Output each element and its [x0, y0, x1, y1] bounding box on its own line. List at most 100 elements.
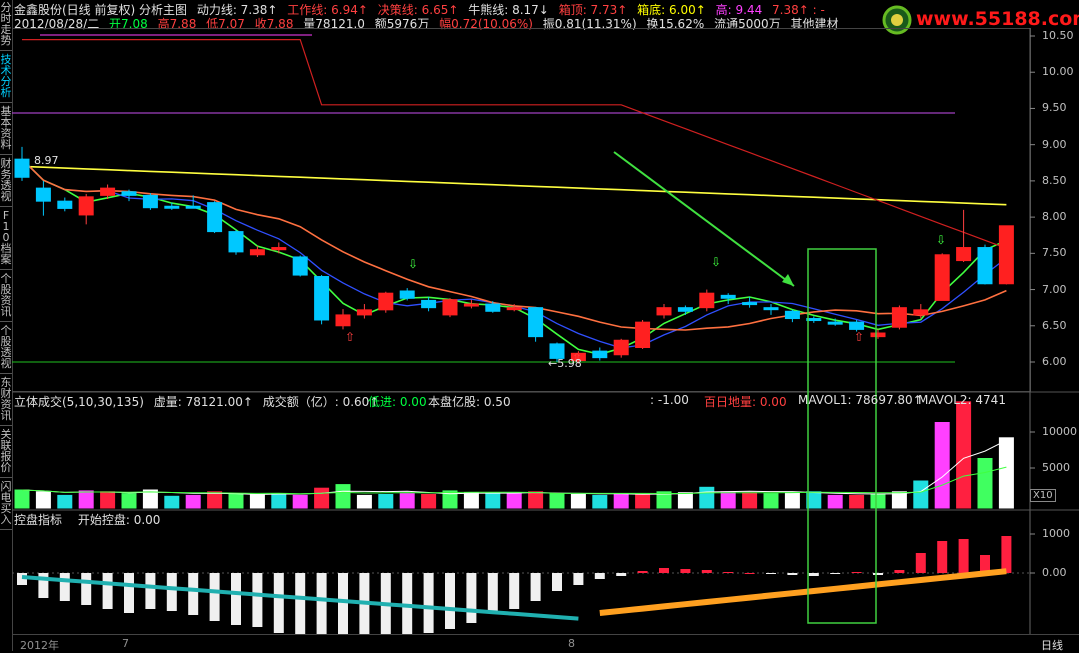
- volume-bar: [528, 491, 544, 509]
- candle-body: [891, 307, 907, 328]
- left-tab-7[interactable]: 东财资讯: [0, 377, 12, 421]
- volume-bar: [314, 487, 330, 509]
- box-top-line: [22, 39, 1007, 249]
- candle-body: [207, 202, 223, 233]
- candle-body: [592, 350, 608, 359]
- control-bar: [402, 573, 413, 634]
- left-tab-0[interactable]: 分时走势: [0, 2, 12, 46]
- control-bar: [1001, 536, 1012, 573]
- vol-axis-10000: 10000: [1042, 425, 1077, 438]
- candle-body: [699, 292, 715, 309]
- logo-text: www.55188.com: [916, 8, 1079, 30]
- candle-body: [913, 309, 929, 316]
- candle-body: [506, 307, 522, 311]
- volume-bar: [57, 494, 73, 509]
- control-bar: [873, 573, 883, 575]
- control-bar: [915, 553, 926, 573]
- candle-body: [485, 303, 501, 312]
- candle-body: [934, 254, 950, 301]
- volume-bar: [699, 486, 715, 509]
- candle: [720, 293, 736, 305]
- candle: [913, 304, 929, 319]
- control-bar: [701, 570, 712, 573]
- candle-body: [742, 302, 758, 306]
- ctl-axis-1000: 1000: [1042, 527, 1070, 540]
- left-tab-separator: [0, 529, 12, 530]
- volume-bar: [998, 437, 1014, 509]
- price-axis-label: 9.50: [1042, 101, 1067, 115]
- left-tab-5[interactable]: 个股资讯: [0, 273, 12, 317]
- volume-bar: [913, 480, 929, 509]
- left-tab-3[interactable]: 财务透视: [0, 158, 12, 202]
- low-annotation: ←5.98: [548, 357, 582, 370]
- control-bar: [209, 573, 220, 621]
- control-bar: [766, 573, 776, 574]
- price-axis-label: 6.00: [1042, 355, 1067, 368]
- candle: [228, 230, 244, 255]
- mavol2-value: MAVOL2: 4741: [918, 393, 1006, 407]
- candle-body: [35, 187, 51, 202]
- price-axis-label: 8.50: [1042, 173, 1067, 187]
- control-bar: [552, 573, 562, 591]
- candle-body: [827, 321, 843, 325]
- control-bar: [295, 573, 306, 634]
- left-tab-9[interactable]: 闪电买入: [0, 481, 12, 525]
- control-bar: [530, 573, 541, 601]
- candle: [998, 225, 1014, 285]
- candle: [463, 299, 479, 309]
- control-bar: [252, 573, 263, 627]
- chart-area[interactable]: ⇧⇧⇧⇩ ⇩⇩: [12, 28, 1079, 634]
- price-axis-label: 7.00: [1042, 282, 1067, 296]
- candle: [57, 197, 73, 212]
- left-tab-separator: [0, 50, 12, 51]
- control-bar: [723, 572, 734, 573]
- left-tab-6[interactable]: 个股透视: [0, 325, 12, 369]
- volume-bar: [249, 494, 265, 509]
- candle: [528, 306, 544, 342]
- down-arrow-icon: ⇩: [711, 255, 721, 269]
- candle: [956, 209, 972, 263]
- volume-bar: [463, 492, 479, 509]
- candle-body: [164, 205, 180, 209]
- volume-bar: [592, 494, 608, 509]
- left-tab-2[interactable]: 基本资料: [0, 106, 12, 150]
- volume-bar: [977, 458, 993, 509]
- control-value: 开始控盘: 0.00: [77, 513, 161, 527]
- price-axis-label: 10.00: [1042, 65, 1074, 79]
- left-tab-4[interactable]: F10档案: [0, 210, 12, 265]
- left-tab-separator: [0, 154, 12, 155]
- highlight-box: [807, 248, 877, 624]
- candle: [356, 304, 372, 319]
- volume-bar: [934, 422, 950, 509]
- high-annotation: 8.97: [34, 154, 59, 167]
- volume-bar: [207, 491, 223, 509]
- control-bar: [423, 573, 434, 633]
- candle: [35, 180, 51, 216]
- candle-body: [613, 339, 629, 356]
- left-tab-8[interactable]: 关联报价: [0, 429, 12, 473]
- volume-bar: [399, 493, 415, 509]
- volume-bar: [677, 492, 693, 509]
- candle-body: [806, 318, 822, 322]
- left-tab-1[interactable]: 技术分析: [0, 54, 12, 98]
- candle-body: [378, 292, 394, 311]
- left-tab-separator: [0, 102, 12, 103]
- candle-body: [421, 299, 437, 309]
- control-bar: [124, 573, 134, 613]
- ctl-axis-zero: 0.00: [1042, 566, 1067, 579]
- time-month-7: 7: [122, 637, 129, 650]
- volume-bar: [121, 493, 137, 509]
- control-bar: [81, 573, 92, 605]
- volume-bar: [35, 491, 51, 509]
- trend-arrow: [613, 151, 795, 287]
- price-axis-label: 7.50: [1042, 246, 1067, 260]
- volume-bar: [549, 493, 565, 509]
- candle: [977, 244, 993, 285]
- candle: [292, 255, 308, 277]
- candle-body: [335, 314, 351, 327]
- candle-body: [463, 303, 479, 307]
- down-arrow-icon: ⇩: [408, 257, 418, 271]
- volume-bar: [185, 494, 201, 509]
- volume-bar: [849, 494, 865, 509]
- candle: [14, 146, 30, 181]
